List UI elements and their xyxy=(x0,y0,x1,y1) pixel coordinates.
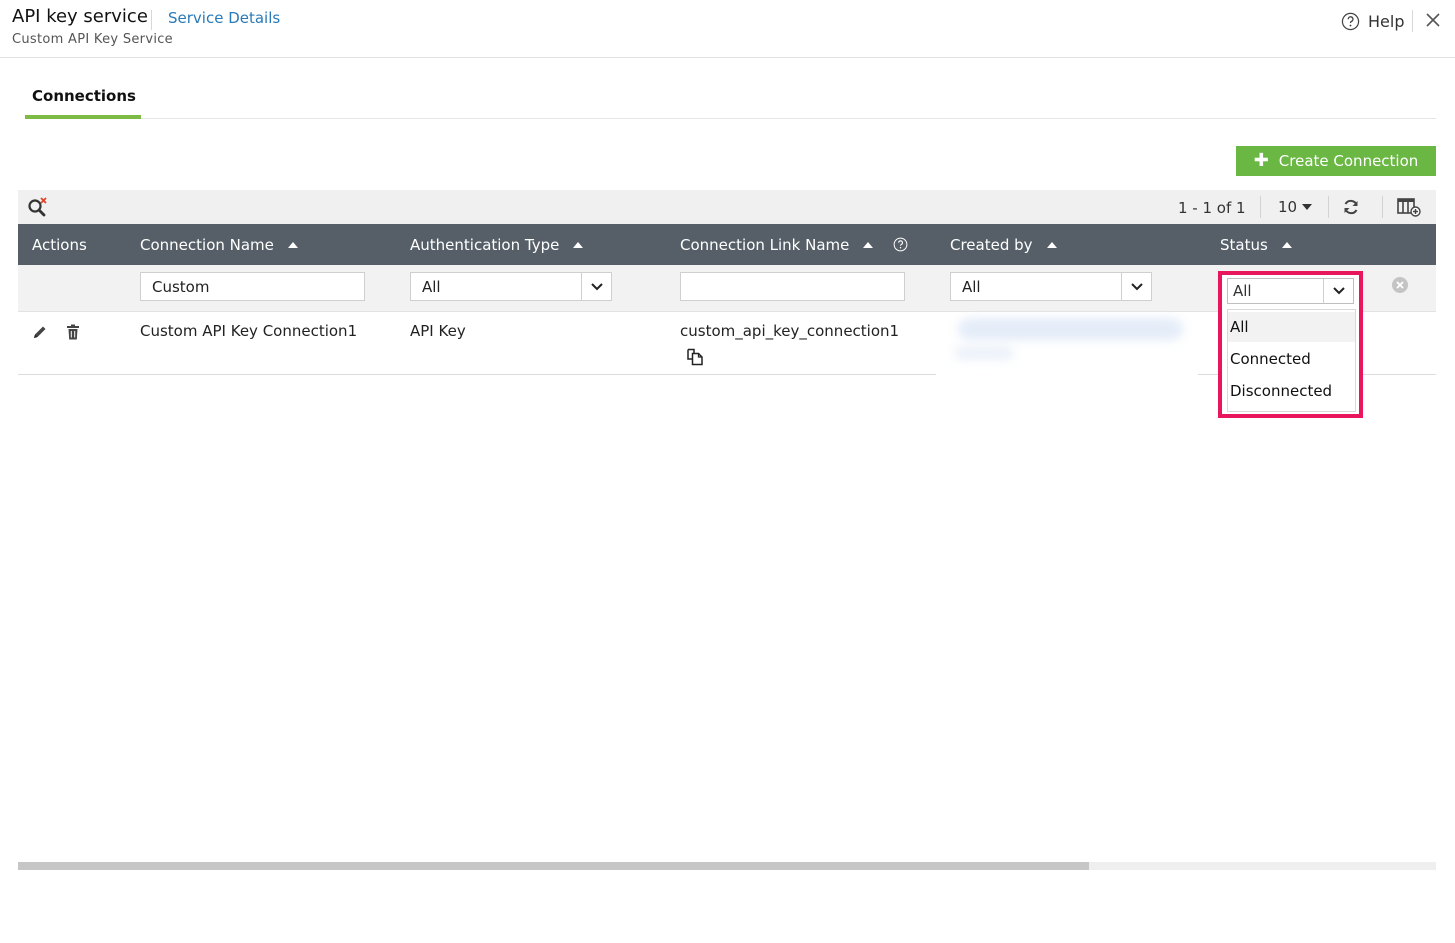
column-header-created-by[interactable]: Created by xyxy=(950,224,1057,265)
column-header-connection-name[interactable]: Connection Name xyxy=(140,224,298,265)
sort-ascending-icon xyxy=(1046,241,1057,248)
horizontal-scrollbar[interactable] xyxy=(18,862,1436,870)
created-by-filter-select[interactable]: All xyxy=(950,272,1152,301)
header-divider-right xyxy=(1412,10,1413,32)
status-option-all[interactable]: All xyxy=(1228,312,1355,342)
status-filter-select[interactable]: All xyxy=(1227,278,1354,304)
select-value: All xyxy=(422,278,441,296)
column-header-label: Connection Name xyxy=(140,235,274,254)
status-filter-highlight: All All Connected Disconnected xyxy=(1218,271,1363,418)
connection-name-cell[interactable]: Custom API Key Connection1 xyxy=(140,322,357,340)
connection-name-filter-input[interactable]: Custom xyxy=(140,272,365,301)
column-header-label: Actions xyxy=(32,235,87,254)
sort-ascending-icon xyxy=(573,241,584,248)
header-divider xyxy=(151,10,152,30)
column-header-connection-link-name[interactable]: Connection Link Name xyxy=(680,224,908,265)
toolbar-divider xyxy=(1382,196,1383,218)
help-button[interactable]: Help xyxy=(1341,10,1404,32)
help-icon xyxy=(1341,12,1360,30)
app-title: API key service xyxy=(12,6,148,27)
help-icon[interactable] xyxy=(893,237,908,252)
plus-icon: ✚ xyxy=(1253,150,1269,171)
table-toolbar: 1 - 1 of 1 10 xyxy=(18,190,1436,224)
column-header-label: Connection Link Name xyxy=(680,235,850,254)
per-page-select[interactable]: 10 xyxy=(1278,198,1313,216)
authentication-type-cell: API Key xyxy=(410,322,466,340)
status-option-connected[interactable]: Connected xyxy=(1228,344,1355,374)
page-header: API key service Service Details Custom A… xyxy=(0,0,1455,58)
column-header-label: Created by xyxy=(950,235,1033,254)
sort-ascending-icon xyxy=(863,241,874,248)
column-header-actions: Actions xyxy=(32,224,87,265)
delete-icon[interactable] xyxy=(66,324,80,340)
caret-down-icon xyxy=(1302,204,1313,210)
column-header-label: Authentication Type xyxy=(410,235,560,254)
connection-link-name-cell: custom_api_key_connection1 xyxy=(680,322,900,340)
chevron-down-icon xyxy=(1121,273,1151,300)
status-option-disconnected[interactable]: Disconnected xyxy=(1228,376,1355,406)
authentication-type-filter-select[interactable]: All xyxy=(410,272,612,301)
copy-icon[interactable] xyxy=(686,348,704,366)
column-header-authentication-type[interactable]: Authentication Type xyxy=(410,224,584,265)
toolbar-divider xyxy=(1328,196,1329,218)
chevron-down-icon xyxy=(1323,279,1353,303)
toolbar-divider xyxy=(1260,196,1261,218)
column-settings-icon[interactable] xyxy=(1397,197,1421,217)
chevron-down-icon xyxy=(581,273,611,300)
select-value: All xyxy=(962,278,981,296)
redacted-content xyxy=(954,346,1014,360)
app-subtitle: Custom API Key Service xyxy=(12,32,173,47)
tab-bar: Connections xyxy=(25,80,1436,119)
scrollbar-thumb[interactable] xyxy=(18,862,1089,870)
close-icon[interactable] xyxy=(1423,10,1443,30)
refresh-icon[interactable] xyxy=(1342,198,1360,216)
column-header-status[interactable]: Status xyxy=(1220,224,1292,265)
create-connection-button[interactable]: ✚ Create Connection xyxy=(1236,146,1436,176)
table-header: Actions Connection Name Authentication T… xyxy=(18,224,1436,265)
create-connection-label: Create Connection xyxy=(1278,152,1419,170)
clear-filters-icon[interactable] xyxy=(1391,276,1409,294)
column-header-label: Status xyxy=(1220,235,1268,254)
select-value: All xyxy=(1233,282,1252,300)
status-options-list: All Connected Disconnected xyxy=(1227,309,1356,412)
service-details-link[interactable]: Service Details xyxy=(168,9,280,27)
help-label: Help xyxy=(1368,11,1405,31)
pagination-text: 1 - 1 of 1 xyxy=(1178,199,1246,217)
tab-connections[interactable]: Connections xyxy=(25,80,141,119)
clear-search-filter-icon[interactable] xyxy=(26,195,50,219)
sort-ascending-icon xyxy=(287,241,298,248)
connection-link-name-filter-input[interactable] xyxy=(680,272,905,301)
per-page-value: 10 xyxy=(1278,198,1298,216)
sort-ascending-icon xyxy=(1281,241,1292,248)
edit-icon[interactable] xyxy=(32,324,48,340)
redacted-content xyxy=(958,318,1183,340)
created-by-cell-redacted xyxy=(936,312,1198,382)
